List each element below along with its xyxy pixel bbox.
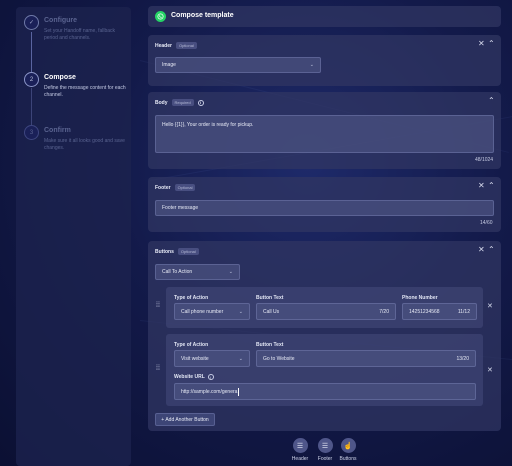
button-type-select[interactable]: Call To Action ⌄	[155, 264, 240, 280]
select-value: Call phone number	[181, 308, 224, 315]
header-type-select[interactable]: Image ⌄	[155, 57, 321, 73]
add-another-button[interactable]: + Add Another Button	[155, 413, 215, 426]
section-title: Buttons Optional	[155, 248, 199, 255]
body-section: Body Required i ⌃ Hello {{1}}, Your orde…	[148, 92, 501, 169]
optional-badge: Optional	[174, 184, 196, 191]
footer-toolbar-button[interactable]: ☰ Footer	[315, 438, 335, 462]
footer-section: Footer Optional ✕ ⌃ Footer message 14/60	[148, 177, 501, 232]
char-counter: 7/20	[379, 308, 389, 315]
component-toolbar: ☰ Header ☰ Footer ☝ Buttons	[286, 438, 366, 466]
body-textarea[interactable]: Hello {{1}}, Your order is ready for pic…	[155, 115, 494, 153]
optional-badge: Optional	[177, 248, 199, 255]
check-icon: ✓	[24, 15, 39, 30]
footer-icon: ☰	[317, 438, 333, 453]
remove-button-icon[interactable]: ✕	[487, 367, 493, 375]
field-label: Phone Number	[402, 295, 438, 301]
chevron-down-icon: ⌄	[238, 308, 243, 315]
char-counter: 48/1024	[475, 157, 494, 163]
close-icon[interactable]: ✕	[478, 40, 485, 48]
section-title-text: Header	[155, 42, 172, 49]
buttons-icon: ☝	[340, 438, 356, 453]
whatsapp-icon	[155, 11, 166, 22]
stepper-connector	[31, 32, 32, 72]
chevron-down-icon: ⌄	[238, 355, 243, 362]
drag-handle-icon[interactable]: ⁞⁞	[156, 302, 162, 312]
action-type-select[interactable]: Call phone number ⌄	[174, 303, 250, 320]
section-title: Header Optional	[155, 42, 197, 49]
toolbar-label: Buttons	[339, 456, 357, 462]
section-title: Footer Optional	[155, 184, 196, 191]
step-title: Compose	[44, 74, 76, 81]
required-badge: Required	[171, 99, 194, 106]
info-icon[interactable]: i	[197, 99, 204, 106]
toolbar-label: Header	[291, 456, 309, 462]
select-value: Image	[162, 62, 176, 68]
select-value: Visit website	[181, 355, 209, 362]
field-label: Button Text	[256, 342, 284, 348]
char-counter: 13/20	[456, 355, 469, 362]
step-title: Configure	[44, 17, 78, 24]
text-cursor	[238, 387, 240, 396]
char-counter: 14/60	[480, 220, 493, 226]
field-label: Website URL i	[174, 374, 214, 380]
input-value: 14251234568	[409, 308, 440, 315]
add-button-label: + Add Another Button	[161, 416, 209, 423]
step-description: Define the message content for each chan…	[44, 85, 126, 98]
field-label: Button Text	[256, 295, 284, 301]
field-label-text: Website URL	[174, 374, 205, 380]
input-value: http://sample.com/genera	[181, 388, 238, 395]
footer-text: Footer message	[162, 205, 199, 211]
section-title-text: Body	[155, 99, 168, 106]
stepper-connector	[31, 88, 32, 126]
call-button-card: Type of Action Call phone number ⌄ Butto…	[166, 287, 483, 328]
header-section: Header Optional ✕ ⌃ Image ⌄	[148, 35, 501, 86]
close-icon[interactable]: ✕	[478, 182, 485, 190]
step-number: 3	[24, 125, 39, 140]
toolbar-label: Footer	[317, 456, 333, 462]
step-title: Confirm	[44, 127, 71, 134]
section-title-text: Footer	[155, 184, 171, 191]
header-toolbar-button[interactable]: ☰ Header	[290, 438, 310, 462]
select-value: Call To Action	[162, 269, 193, 275]
section-title-text: Buttons	[155, 248, 174, 255]
compose-title-bar: Compose template	[148, 6, 501, 27]
collapse-icon[interactable]: ⌃	[488, 40, 495, 48]
drag-handle-icon[interactable]: ⁞⁞	[156, 365, 162, 375]
remove-button-icon[interactable]: ✕	[487, 303, 493, 311]
step-description: Set your Handoff name, fallback period a…	[44, 28, 116, 41]
input-value: Call Us	[263, 308, 280, 315]
chevron-down-icon: ⌄	[228, 269, 233, 275]
input-value: Go to Website	[263, 355, 295, 362]
collapse-icon[interactable]: ⌃	[488, 182, 495, 190]
action-type-select[interactable]: Visit website ⌄	[174, 350, 250, 367]
close-icon[interactable]: ✕	[478, 246, 485, 254]
header-icon: ☰	[292, 438, 308, 453]
step-number: 2	[24, 72, 39, 87]
collapse-icon[interactable]: ⌃	[488, 246, 495, 254]
footer-input[interactable]: Footer message	[155, 200, 494, 216]
section-title: Body Required i	[155, 99, 204, 106]
char-counter: 11/12	[457, 308, 470, 315]
field-label: Type of Action	[174, 295, 209, 301]
phone-number-input[interactable]: 14251234568 11/12	[402, 303, 477, 320]
info-icon[interactable]: i	[207, 374, 214, 380]
collapse-icon[interactable]: ⌃	[488, 97, 495, 105]
field-label: Type of Action	[174, 342, 209, 348]
page-title: Compose template	[171, 12, 234, 19]
website-url-input[interactable]: http://sample.com/genera	[174, 383, 476, 400]
optional-badge: Optional	[175, 42, 197, 49]
buttons-section: Buttons Optional ✕ ⌃ Call To Action ⌄ ⁞⁞…	[148, 241, 501, 431]
chevron-down-icon: ⌄	[309, 62, 314, 68]
body-text: Hello {{1}}, Your order is ready for pic…	[162, 122, 254, 128]
button-text-input[interactable]: Call Us 7/20	[256, 303, 396, 320]
stepper-panel: ✓ Configure Set your Handoff name, fallb…	[16, 7, 131, 466]
buttons-toolbar-button[interactable]: ☝ Buttons	[338, 438, 358, 462]
step-description: Make sure it all looks good and save cha…	[44, 138, 125, 151]
website-button-card: Type of Action Visit website ⌄ Button Te…	[166, 334, 483, 406]
button-text-input[interactable]: Go to Website 13/20	[256, 350, 476, 367]
